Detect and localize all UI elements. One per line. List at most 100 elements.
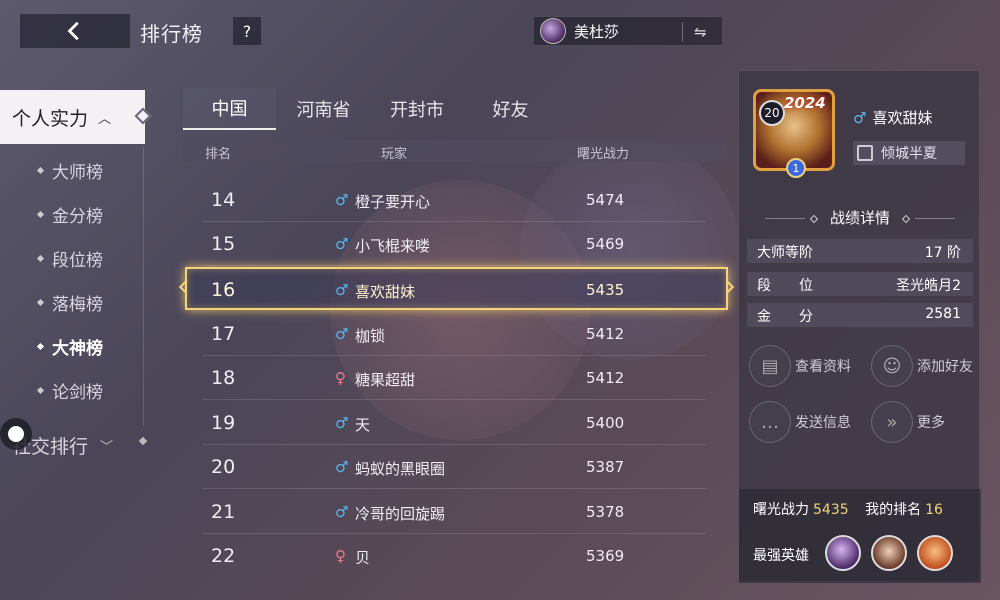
table-row[interactable]: 15 ♂ 小飞棍来喽 5469 (203, 222, 706, 266)
stat-value: 17 阶 (924, 245, 961, 261)
view-profile-button[interactable]: ▤ 查看资料 (749, 345, 851, 387)
page-title: 排行榜 (140, 22, 203, 46)
diamond-icon (809, 214, 819, 223)
row-power: 5378 (586, 503, 625, 521)
table-row[interactable]: 20 ♂ 蚂蚁的黑眼圈 5387 (203, 445, 706, 489)
row-rank: 22 (211, 545, 236, 564)
hero-avatar-medusa[interactable] (825, 535, 861, 571)
swap-icon[interactable]: ⇋ (694, 23, 707, 41)
column-player: 玩家 (381, 147, 408, 162)
row-player-name: 糖果超甜 (355, 371, 416, 389)
tab-china[interactable]: 中国 (183, 88, 276, 130)
strongest-heroes-label: 最强英雄 (753, 548, 809, 564)
male-icon: ♂ (335, 235, 349, 253)
column-power: 曙光战力 (577, 147, 630, 162)
nav-divider (143, 146, 144, 426)
row-rank: 21 (211, 501, 236, 523)
table-row[interactable]: 21 ♂ 冷哥的回旋踢 5378 (203, 490, 706, 534)
tab-city[interactable]: 开封市 (371, 88, 463, 130)
nav-item-gold[interactable]: 金分榜 (36, 202, 103, 227)
table-row[interactable]: 14 ♂ 橙子要开心 5474 (203, 178, 706, 222)
row-power: 5400 (586, 414, 625, 432)
send-message-button[interactable]: … 发送信息 (749, 401, 851, 443)
row-player-name: 天 (355, 416, 371, 434)
year-badge: 2024 (784, 94, 826, 112)
nav-item-sword[interactable]: 论剑榜 (36, 378, 103, 403)
level-badge: 20 (759, 100, 785, 126)
back-button[interactable] (20, 14, 130, 48)
bullet-icon (36, 298, 45, 307)
male-icon: ♂ (853, 109, 867, 127)
player-avatar[interactable]: 20 2024 1 (753, 89, 835, 178)
nav-item-label: 论剑榜 (52, 383, 103, 403)
table-row[interactable]: 17 ♂ 枷锁 5412 (203, 312, 706, 356)
row-player-name: 蚂蚁的黑眼圈 (355, 460, 446, 478)
rank-badge-icon: 1 (786, 158, 806, 178)
bullet-icon (36, 254, 45, 263)
chevron-right-icon (178, 279, 194, 295)
table-row[interactable]: 18 ♀ 糖果超甜 5412 (203, 356, 706, 400)
row-rank: 19 (211, 412, 236, 434)
guild-name: 倾城半夏 (881, 146, 937, 162)
region-tabs: 中国 河南省 开封市 好友 (183, 88, 728, 130)
column-rank: 排名 (205, 147, 232, 162)
nav-item-tier[interactable]: 段位榜 (36, 246, 103, 271)
row-player-name: 喜欢甜妹 (355, 283, 416, 301)
nav-group-personal[interactable]: 个人实力 ︿ (0, 90, 145, 144)
hero-name: 美杜莎 (574, 22, 620, 41)
table-header: 排名 玩家 曙光战力 (183, 140, 726, 162)
power-summary: 曙光战力 5435 我的排名 16 (753, 502, 943, 518)
row-rank: 17 (211, 323, 236, 345)
table-row[interactable]: 22 ♀ 贝 5369 (203, 534, 706, 564)
nav-item-god[interactable]: 大神榜 (36, 334, 103, 359)
hero-avatar-3[interactable] (917, 535, 953, 571)
hero-switch-button[interactable]: 美杜莎 ⇋ (533, 16, 723, 46)
row-rank: 15 (211, 233, 236, 255)
hero-avatar-2[interactable] (871, 535, 907, 571)
stat-value: 圣光皓月2 (896, 278, 961, 294)
stat-value: 2581 (925, 306, 961, 322)
row-power: 5435 (586, 281, 625, 299)
male-icon: ♂ (335, 191, 349, 209)
add-friend-button[interactable]: ☺ 添加好友 (871, 345, 973, 387)
tab-friends[interactable]: 好友 (463, 88, 558, 130)
table-row[interactable]: 19 ♂ 天 5400 (203, 401, 706, 445)
floating-assist-button[interactable] (0, 418, 32, 450)
guild-tag[interactable]: 倾城半夏 (853, 141, 965, 165)
stat-tier: 段 位 圣光皓月2 (747, 272, 973, 296)
male-icon: ♂ (335, 281, 349, 299)
male-icon: ♂ (335, 503, 349, 521)
table-row-self[interactable]: 16 ♂ 喜欢甜妹 5435 (178, 267, 735, 310)
nav-item-luomei[interactable]: 落梅榜 (36, 290, 103, 315)
row-power: 5469 (586, 235, 625, 253)
chevron-down-icon: ﹀ (100, 440, 114, 455)
bullet-icon (36, 210, 45, 219)
male-icon: ♂ (335, 414, 349, 432)
row-player-name: 贝 (355, 549, 371, 564)
stat-label: 段 位 (757, 278, 813, 294)
nav-item-label: 落梅榜 (52, 295, 103, 315)
female-icon: ♀ (335, 369, 346, 387)
nav-item-label: 金分榜 (52, 207, 103, 227)
more-button[interactable]: » 更多 (871, 401, 945, 443)
nav-item-master[interactable]: 大师榜 (36, 158, 103, 183)
leaderboard-list[interactable]: 14 ♂ 橙子要开心 5474 15 ♂ 小飞棍来喽 5469 17 ♂ 枷锁 … (203, 176, 706, 564)
row-rank: 18 (211, 367, 236, 389)
stat-master-tier: 大师等阶 17 阶 (747, 239, 973, 263)
bullet-icon (36, 386, 45, 395)
bullet-icon (36, 342, 45, 351)
help-button[interactable]: ? (233, 17, 261, 45)
row-power: 5387 (586, 458, 625, 476)
tab-province[interactable]: 河南省 (276, 88, 371, 130)
section-title: 战绩详情 (739, 207, 981, 228)
nav-group-label: 个人实力 (12, 107, 89, 130)
diamond-marker (138, 436, 148, 446)
male-icon: ♂ (335, 458, 349, 476)
chevron-up-icon: ︿ (98, 111, 112, 127)
player-name: ♂ 喜欢甜妹 (853, 109, 933, 127)
player-detail-panel: 20 2024 1 ♂ 喜欢甜妹 倾城半夏 战绩详情 大师等阶 17 阶 段 位 … (738, 70, 981, 583)
row-power: 5412 (586, 325, 625, 343)
female-icon: ♀ (335, 547, 346, 564)
diamond-icon (901, 214, 911, 223)
stat-label: 金 分 (757, 309, 813, 325)
